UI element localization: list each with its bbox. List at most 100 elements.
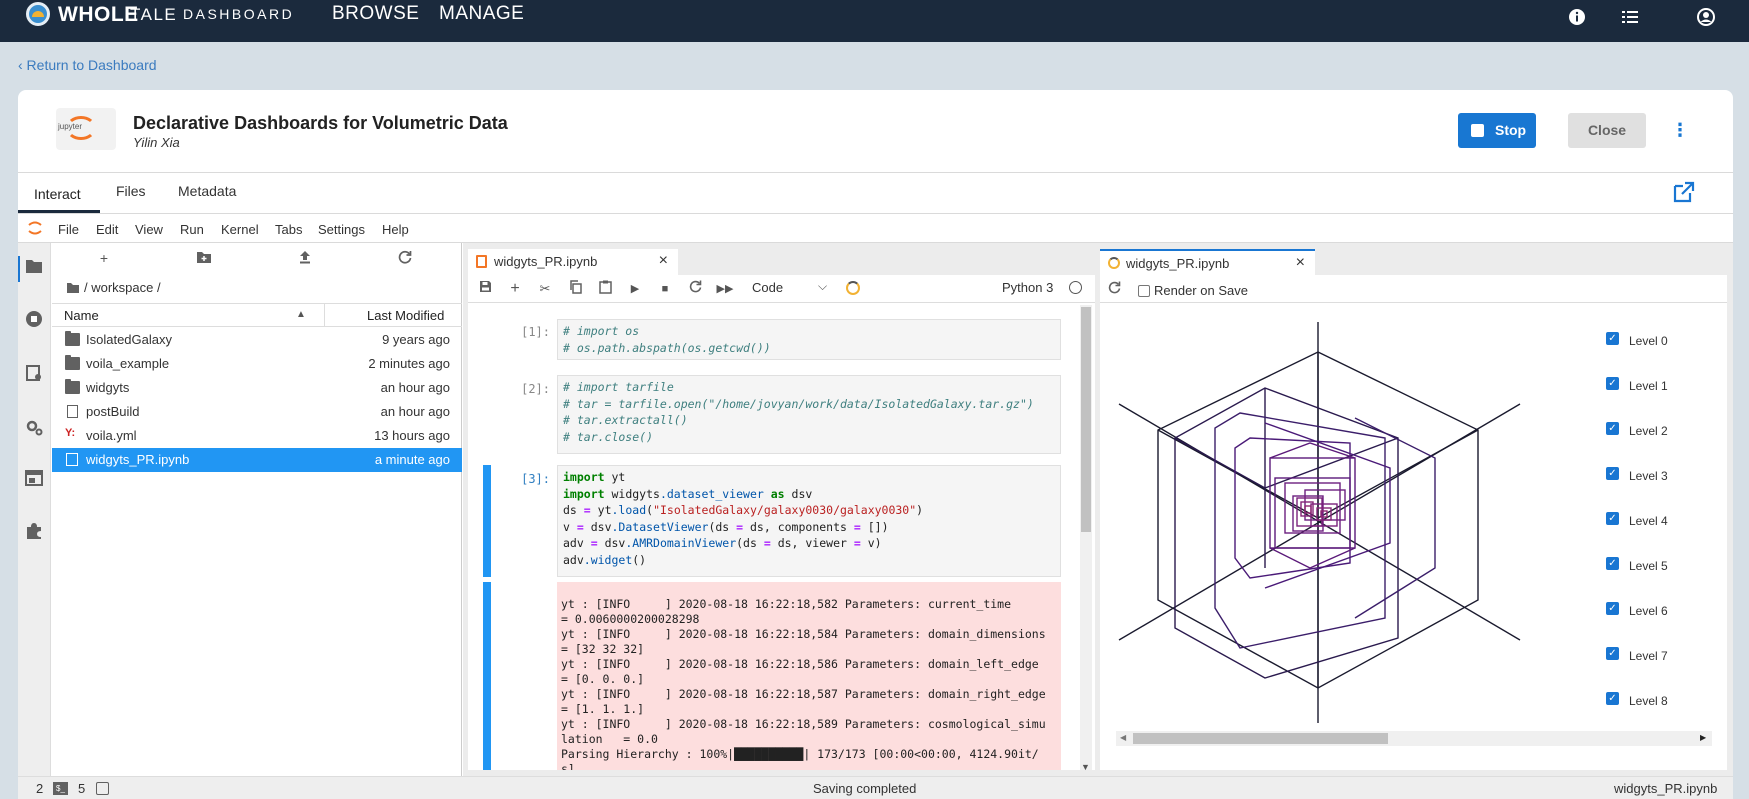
commands-icon[interactable]	[23, 364, 45, 386]
code-cell[interactable]: # import tarfile # tar = tarfile.open("/…	[557, 375, 1061, 454]
insert-cell-plus-icon[interactable]: +	[506, 280, 524, 298]
tab-interact[interactable]: Interact	[34, 186, 81, 202]
info-icon[interactable]	[1567, 8, 1587, 28]
voila-render-icon[interactable]	[846, 281, 860, 295]
level-6-label: Level 6	[1629, 604, 1668, 618]
brand-whole[interactable]: WHOLE	[58, 3, 139, 27]
menu-view[interactable]: View	[135, 222, 163, 237]
kernel-status-icon	[1069, 281, 1082, 294]
level-6-checkbox[interactable]: ✓	[1606, 602, 1619, 615]
nav-manage[interactable]: MANAGE	[439, 3, 524, 25]
jupyter-logo-text: jupyter	[58, 122, 83, 131]
refresh-icon[interactable]	[393, 250, 417, 270]
level-4-checkbox[interactable]: ✓	[1606, 512, 1619, 525]
more-options-icon[interactable]: ⋮	[1670, 118, 1690, 143]
stop-button[interactable]: Stop	[1458, 113, 1536, 148]
file-row[interactable]: voila_example 2 minutes ago	[52, 352, 462, 376]
brand-tale[interactable]: TALE	[130, 5, 177, 25]
save-icon[interactable]	[476, 280, 494, 298]
new-folder-icon[interactable]	[192, 250, 216, 270]
run-icon[interactable]: ▶	[626, 280, 644, 298]
terminal-count[interactable]: 2	[36, 781, 43, 796]
menu-edit[interactable]: Edit	[96, 222, 118, 237]
paste-icon[interactable]	[596, 280, 614, 298]
breadcrumb-path[interactable]: / workspace /	[84, 280, 161, 295]
notebook-scroll-thumb[interactable]	[1081, 307, 1091, 532]
cell-prompt: [1]:	[521, 325, 550, 339]
restart-kernel-icon[interactable]	[686, 280, 704, 298]
menu-settings[interactable]: Settings	[318, 222, 365, 237]
upload-icon[interactable]	[293, 250, 317, 270]
sort-ascending-icon[interactable]: ▲	[296, 309, 306, 320]
menu-tabs[interactable]: Tabs	[275, 222, 302, 237]
menu-help[interactable]: Help	[382, 222, 409, 237]
file-row[interactable]: postBuild an hour ago	[52, 400, 462, 424]
folder-icon	[65, 331, 80, 346]
preview-tab[interactable]: widgyts_PR.ipynb ×	[1100, 249, 1315, 275]
code-cell[interactable]: # import os # os.path.abspath(os.getcwd(…	[557, 319, 1061, 360]
code-cell[interactable]: import yt import widgyts.dataset_viewer …	[557, 465, 1061, 577]
tab-metadata[interactable]: Metadata	[178, 183, 236, 199]
level-3-checkbox[interactable]: ✓	[1606, 467, 1619, 480]
file-row[interactable]: Y: voila.yml 13 hours ago	[52, 424, 462, 448]
output-line: lation = 0.0	[561, 732, 658, 746]
open-tabs-icon[interactable]	[23, 470, 45, 492]
file-row[interactable]: widgyts an hour ago	[52, 376, 462, 400]
scroll-right-icon[interactable]: ▶	[1700, 733, 1706, 742]
property-inspector-gear-icon[interactable]	[23, 418, 45, 440]
level-8-checkbox[interactable]: ✓	[1606, 692, 1619, 705]
level-1-checkbox[interactable]: ✓	[1606, 377, 1619, 390]
tab-files[interactable]: Files	[116, 183, 146, 199]
close-tab-icon[interactable]: ×	[1296, 254, 1305, 272]
nav-browse[interactable]: BROWSE	[332, 3, 419, 25]
return-to-dashboard-link[interactable]: ‹ Return to Dashboard	[18, 57, 157, 73]
file-modified: 13 hours ago	[374, 428, 450, 443]
breadcrumb-folder-icon[interactable]	[66, 281, 80, 293]
preview-scroll-thumb[interactable]	[1133, 733, 1388, 744]
column-last-modified[interactable]: Last Modified	[367, 308, 444, 323]
level-5-label: Level 5	[1629, 559, 1668, 573]
reload-icon[interactable]	[1108, 281, 1121, 297]
amr-domain-viewer[interactable]	[1115, 318, 1525, 728]
terminal-icon[interactable]: $_	[53, 782, 68, 795]
nav-dashboard[interactable]: DASHBOARD	[183, 6, 294, 22]
external-link-icon[interactable]	[1672, 180, 1696, 204]
cell-output: yt : [INFO ] 2020-08-18 16:22:18,582 Par…	[557, 582, 1061, 770]
level-2-checkbox[interactable]: ✓	[1606, 422, 1619, 435]
level-7-checkbox[interactable]: ✓	[1606, 647, 1619, 660]
level-1-label: Level 1	[1629, 379, 1668, 393]
cell-type-select[interactable]: Code	[752, 280, 783, 295]
render-on-save-checkbox[interactable]	[1138, 285, 1150, 297]
chevron-down-icon[interactable]: ⌵	[818, 279, 827, 294]
kernel-chip-icon[interactable]	[96, 782, 109, 795]
file-row[interactable]: IsolatedGalaxy 9 years ago	[52, 328, 462, 352]
level-2-label: Level 2	[1629, 424, 1668, 438]
restart-run-all-icon[interactable]: ▶▶	[716, 280, 734, 298]
tabs-divider	[18, 213, 1733, 214]
folder-icon[interactable]	[23, 258, 45, 280]
menu-file[interactable]: File	[58, 222, 79, 237]
close-button[interactable]: Close	[1568, 113, 1646, 148]
menu-run[interactable]: Run	[180, 222, 204, 237]
new-launcher-plus-icon[interactable]: +	[92, 250, 116, 270]
whole-tale-logo-icon[interactable]	[26, 2, 50, 26]
interrupt-stop-icon[interactable]: ■	[656, 280, 674, 298]
close-tab-icon[interactable]: ×	[659, 252, 668, 270]
level-0-label: Level 0	[1629, 334, 1668, 348]
kernel-name[interactable]: Python 3	[1002, 280, 1053, 295]
level-0-checkbox[interactable]: ✓	[1606, 332, 1619, 345]
menu-kernel[interactable]: Kernel	[221, 222, 259, 237]
task-list-icon[interactable]	[1620, 8, 1640, 28]
scroll-down-icon[interactable]: ▼	[1081, 762, 1090, 772]
notebook-tab[interactable]: widgyts_PR.ipynb ×	[468, 249, 678, 275]
cut-icon[interactable]: ✂	[536, 280, 554, 298]
scroll-left-icon[interactable]: ◀	[1120, 733, 1126, 742]
level-5-checkbox[interactable]: ✓	[1606, 557, 1619, 570]
extensions-puzzle-icon[interactable]	[23, 522, 45, 544]
column-name[interactable]: Name	[64, 308, 99, 323]
copy-icon[interactable]	[566, 280, 584, 298]
file-row-selected[interactable]: widgyts_PR.ipynb a minute ago	[52, 448, 462, 472]
user-icon[interactable]	[1696, 8, 1716, 28]
kernel-count[interactable]: 5	[78, 781, 85, 796]
running-sessions-icon[interactable]	[23, 310, 45, 332]
